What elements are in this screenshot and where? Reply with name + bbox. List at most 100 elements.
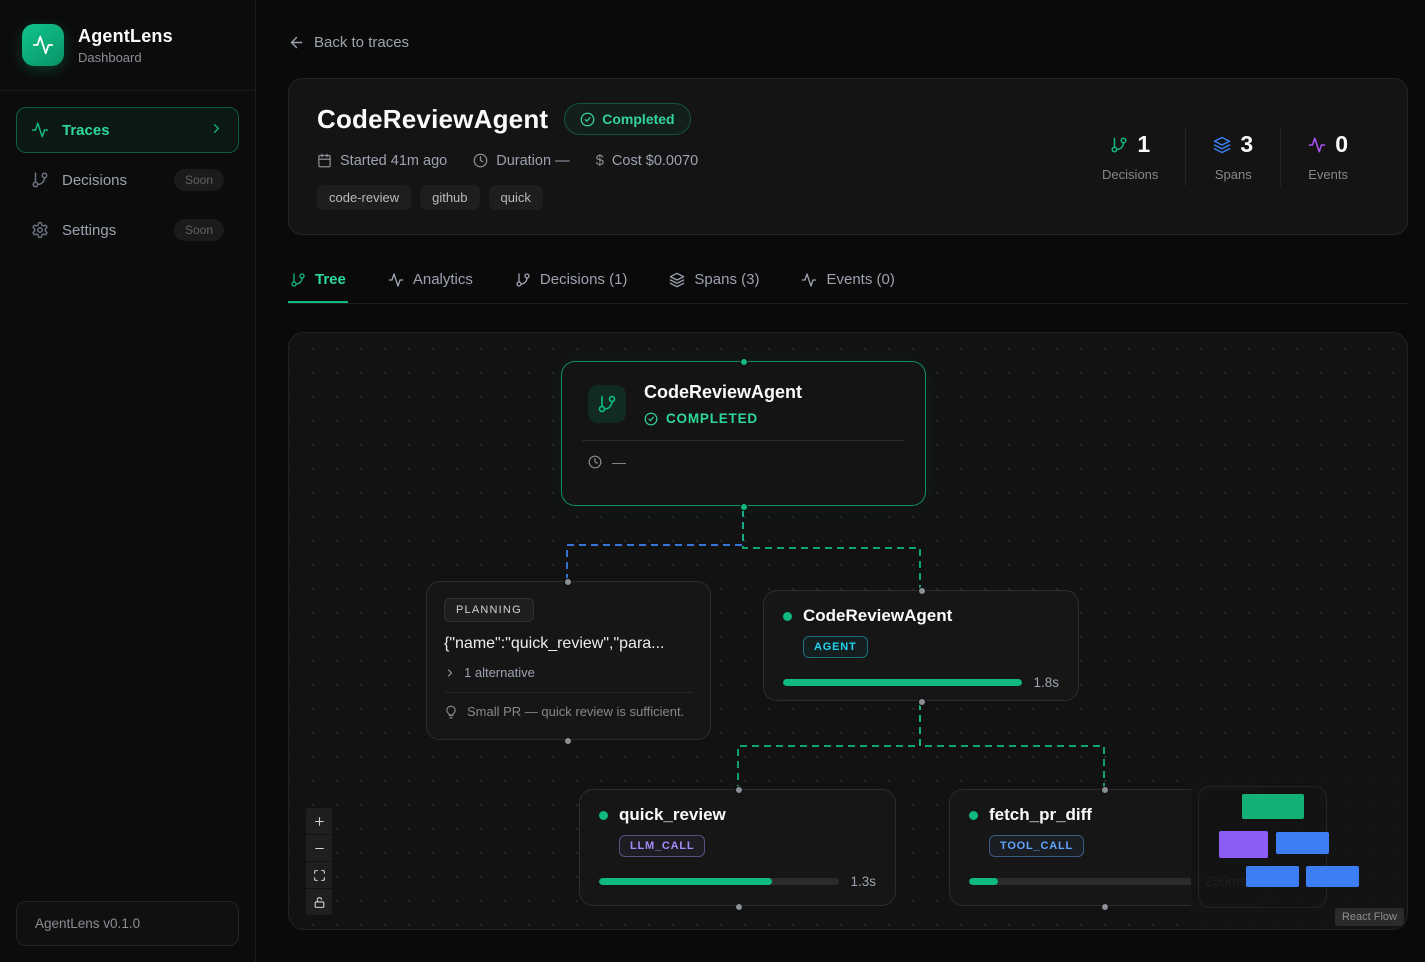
tab-events[interactable]: Events (0)	[799, 261, 896, 303]
clock-icon	[473, 153, 488, 168]
node-handle[interactable]	[564, 737, 572, 745]
trace-meta: Started 41m ago Duration — $ Cost $0.007…	[317, 152, 698, 169]
decision-content: {"name":"quick_review","para...	[444, 635, 693, 653]
agentlens-logo-icon	[22, 24, 64, 66]
stat-spans: 3 Spans	[1186, 131, 1280, 182]
soon-badge: Soon	[174, 219, 224, 241]
alternatives-toggle[interactable]: 1 alternative	[444, 665, 693, 680]
node-handle[interactable]	[740, 358, 748, 366]
minimap-node-rect	[1276, 832, 1329, 854]
duration-meta: Duration —	[473, 153, 569, 169]
started-meta: Started 41m ago	[317, 153, 447, 169]
node-span-agent[interactable]: CodeReviewAgent AGENT 1.8s	[763, 590, 1079, 701]
gear-icon	[31, 221, 49, 239]
activity-icon	[801, 272, 817, 288]
tab-spans[interactable]: Spans (3)	[667, 261, 761, 303]
node-handle[interactable]	[918, 587, 926, 595]
node-handle[interactable]	[735, 786, 743, 794]
node-span-quick-review[interactable]: quick_review LLM_CALL 1.3s	[579, 789, 896, 906]
main-content: Back to traces CodeReviewAgent Completed…	[256, 0, 1425, 962]
check-circle-icon	[644, 412, 658, 426]
status-dot	[969, 811, 978, 820]
trace-summary: CodeReviewAgent Completed Started 41m ag…	[317, 103, 698, 210]
page-title: CodeReviewAgent	[317, 104, 548, 135]
chevron-right-icon	[209, 121, 224, 140]
calendar-icon	[317, 153, 332, 168]
span-duration: 1.3s	[850, 874, 876, 889]
back-to-traces-link[interactable]: Back to traces	[288, 34, 409, 51]
git-branch-icon	[515, 272, 531, 288]
fit-view-button[interactable]	[306, 862, 332, 888]
tags-row: code-review github quick	[317, 185, 698, 210]
node-decision-planning[interactable]: PLANNING {"name":"quick_review","para...…	[426, 581, 711, 740]
flow-minimap[interactable]	[1191, 765, 1407, 929]
chevron-right-icon	[444, 667, 456, 679]
lock-icon	[313, 896, 326, 909]
zoom-out-button[interactable]	[306, 835, 332, 861]
span-type-badge: AGENT	[803, 636, 868, 658]
cost-meta: $ Cost $0.0070	[596, 152, 699, 169]
tab-decisions[interactable]: Decisions (1)	[513, 261, 630, 303]
minimap-node-rect	[1306, 866, 1359, 887]
minimap-node-rect	[1242, 794, 1304, 819]
node-title: CodeReviewAgent	[644, 382, 802, 403]
git-branch-icon	[290, 272, 306, 288]
decision-type-badge: PLANNING	[444, 598, 534, 622]
stat-events: 0 Events	[1281, 131, 1375, 182]
node-handle[interactable]	[1101, 903, 1109, 911]
minimap-node-rect	[1219, 831, 1268, 858]
span-type-badge: TOOL_CALL	[989, 835, 1084, 857]
plus-icon	[313, 815, 326, 828]
node-handle[interactable]	[735, 903, 743, 911]
clock-icon	[588, 455, 602, 469]
app-title: AgentLens	[78, 26, 173, 47]
node-handle[interactable]	[1101, 786, 1109, 794]
sidebar-item-settings[interactable]: Settings Soon	[16, 207, 239, 253]
node-title: CodeReviewAgent	[803, 606, 952, 626]
trace-header-card: CodeReviewAgent Completed Started 41m ag…	[288, 78, 1408, 235]
fit-view-icon	[313, 869, 326, 882]
activity-icon	[1308, 136, 1326, 154]
span-duration: 1.8s	[1033, 675, 1059, 690]
trace-stats: 1 Decisions 3 Spans 0	[1075, 103, 1379, 210]
git-branch-icon	[31, 171, 49, 189]
react-flow-attribution[interactable]: React Flow	[1335, 908, 1404, 926]
progress-bar	[599, 878, 839, 885]
span-type-badge: LLM_CALL	[619, 835, 705, 857]
node-title: quick_review	[619, 805, 726, 825]
dollar-icon: $	[596, 152, 604, 169]
tag: github	[420, 185, 479, 210]
back-label: Back to traces	[314, 34, 409, 51]
lock-button[interactable]	[306, 889, 332, 915]
tag: code-review	[317, 185, 411, 210]
tab-analytics[interactable]: Analytics	[386, 261, 475, 303]
tag: quick	[489, 185, 543, 210]
sidebar-item-decisions[interactable]: Decisions Soon	[16, 157, 239, 203]
node-handle[interactable]	[918, 698, 926, 706]
node-handle[interactable]	[564, 578, 572, 586]
decision-reasoning: Small PR — quick review is sufficient.	[427, 693, 710, 730]
status-dot	[783, 612, 792, 621]
check-circle-icon	[580, 112, 595, 127]
sidebar-item-label: Decisions	[62, 172, 161, 189]
zoom-in-button[interactable]	[306, 808, 332, 834]
tab-tree[interactable]: Tree	[288, 261, 348, 303]
git-branch-icon	[1110, 136, 1128, 154]
node-handle[interactable]	[740, 503, 748, 511]
tab-bar: Tree Analytics Decisions (1) Spans (3) E…	[288, 261, 1408, 304]
minus-icon	[313, 842, 326, 855]
stat-decisions: 1 Decisions	[1075, 131, 1185, 182]
sidebar-header: AgentLens Dashboard	[0, 0, 255, 91]
flow-canvas[interactable]: CodeReviewAgent COMPLETED —	[288, 332, 1408, 930]
soon-badge: Soon	[174, 169, 224, 191]
node-title: fetch_pr_diff	[989, 805, 1092, 825]
sidebar-item-label: Traces	[62, 122, 196, 139]
arrow-left-icon	[288, 34, 305, 51]
node-root-agent[interactable]: CodeReviewAgent COMPLETED —	[561, 361, 926, 506]
sidebar-item-traces[interactable]: Traces	[16, 107, 239, 153]
git-branch-icon	[588, 385, 626, 423]
node-status: COMPLETED	[644, 411, 802, 426]
sidebar-nav: Traces Decisions Soon Settings Soon	[0, 91, 255, 253]
status-badge: Completed	[564, 103, 690, 135]
minimap-node-rect	[1246, 866, 1299, 887]
